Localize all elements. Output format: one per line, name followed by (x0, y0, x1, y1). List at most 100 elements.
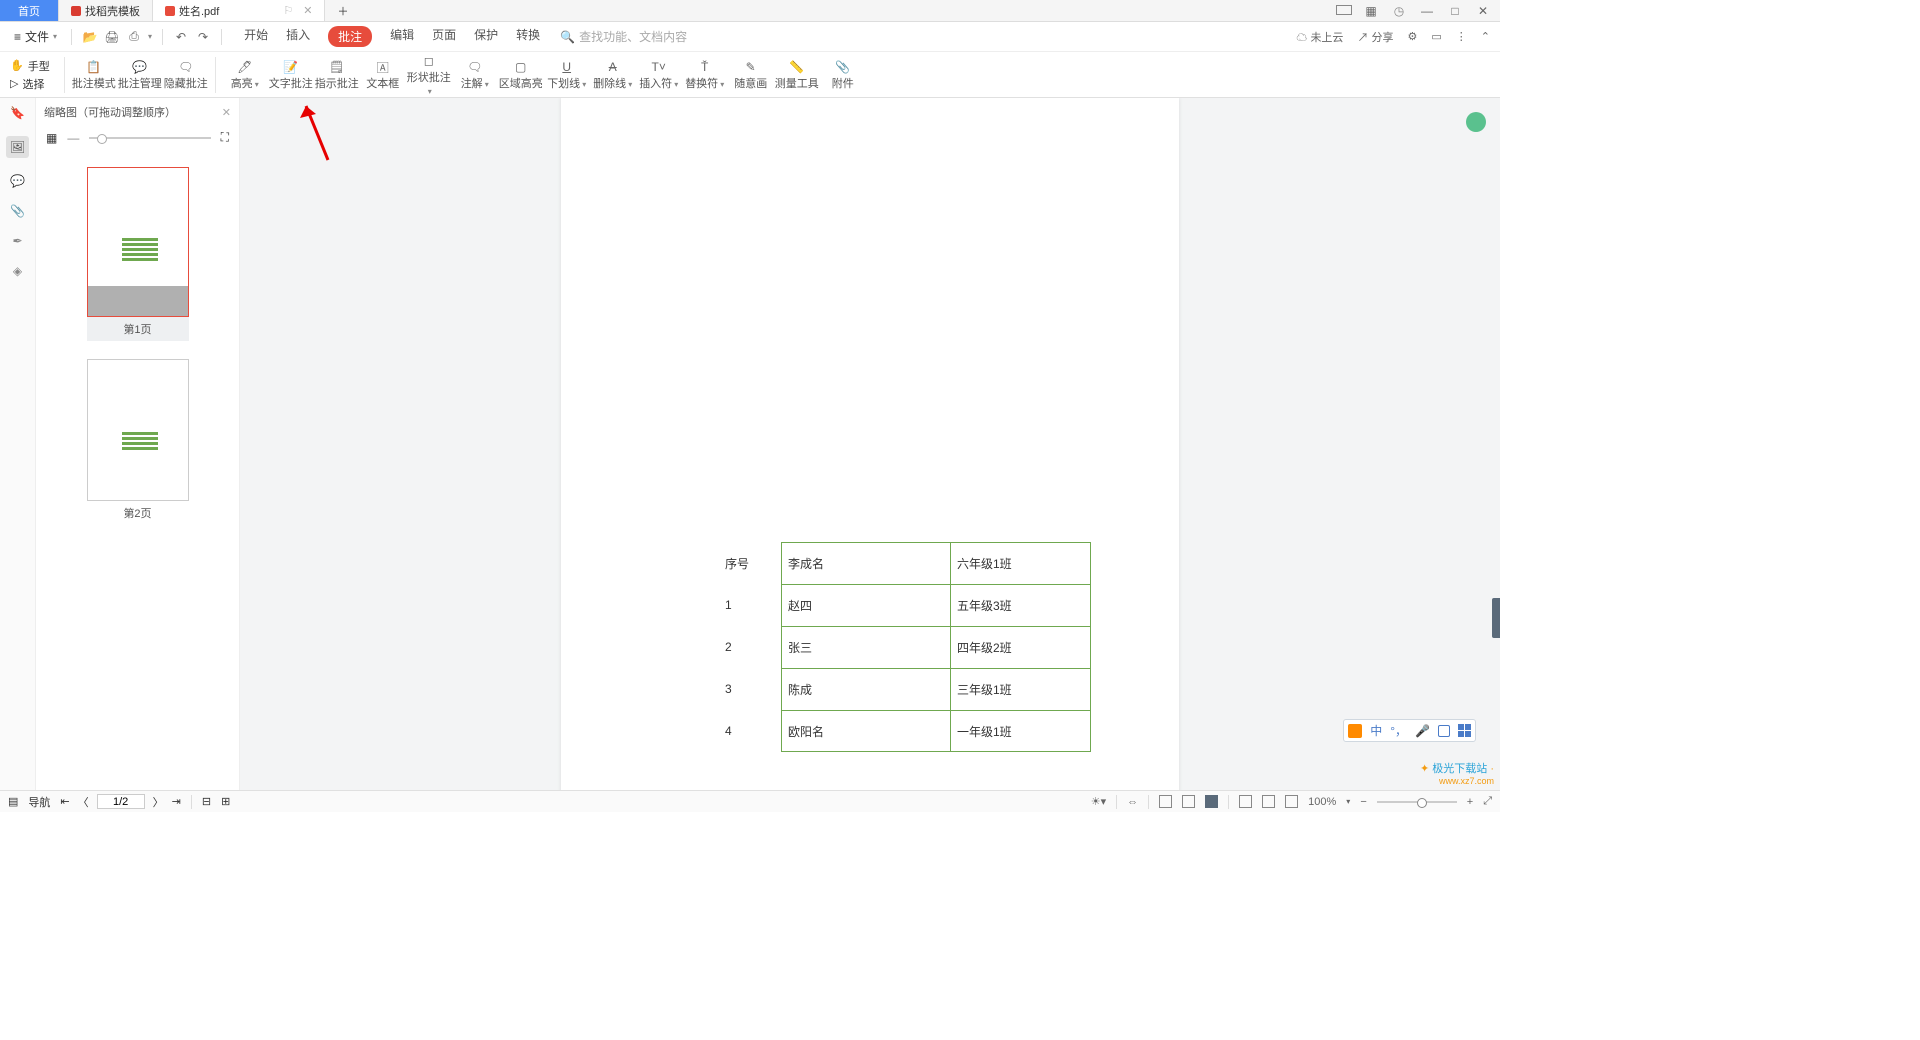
menu-start[interactable]: 开始 (244, 26, 268, 47)
tab-home[interactable]: 首页 (0, 0, 59, 21)
menu-insert[interactable]: 插入 (286, 26, 310, 47)
replace-button[interactable]: Ť替换符▾ (682, 58, 728, 90)
minimize-icon[interactable]: — (1420, 4, 1434, 18)
view-mode-3-icon[interactable] (1285, 795, 1298, 808)
template-icon (71, 6, 81, 16)
thumbnail-header: 缩略图（可拖动调整顺序） ✕ (36, 98, 239, 126)
page-input[interactable] (97, 794, 145, 809)
highlight-button[interactable]: 🖊高亮▾ (222, 58, 268, 90)
menu-convert[interactable]: 转换 (516, 26, 540, 47)
presentation-icon[interactable] (1205, 795, 1218, 808)
menu-protect[interactable]: 保护 (474, 26, 498, 47)
zoom-slider[interactable] (1377, 801, 1457, 803)
annot-manage-button[interactable]: 💬批注管理 (117, 58, 163, 90)
canvas[interactable]: 序号李成名六年级1班 1赵四五年级3班 2张三四年级2班 3陈成三年级1班 4欧… (240, 98, 1500, 790)
textbox-button[interactable]: 🄰文本框 (360, 58, 406, 90)
fit-width-icon[interactable]: ⇔ (1127, 796, 1138, 808)
ime-keyboard-icon[interactable] (1438, 725, 1450, 737)
last-page-icon[interactable]: ⇥ (172, 795, 181, 808)
zoom-plus-icon[interactable]: + (1467, 796, 1473, 808)
share-button[interactable]: ↗ 分享 (1357, 29, 1393, 45)
file-menu[interactable]: ≡ 文件 ▾ (10, 28, 61, 45)
select-tool[interactable]: ▷ 选择 (10, 76, 50, 92)
thumbnail-icon[interactable]: 🖼 (6, 136, 29, 158)
window-icon[interactable]: ▭ (1431, 30, 1441, 43)
area-hl-button[interactable]: ▢区域高亮 (498, 58, 544, 90)
save-icon[interactable]: 🖨 (104, 29, 120, 45)
note-button[interactable]: 🗨注解▾ (452, 58, 498, 90)
grid-icon[interactable]: ▦ (1364, 4, 1378, 18)
close-window-icon[interactable]: ✕ (1476, 4, 1490, 18)
collapse-icon[interactable]: ⌃ (1481, 30, 1490, 43)
zoom-out-icon[interactable]: ⊟ (202, 795, 211, 808)
continuous-icon[interactable] (1182, 795, 1195, 808)
redo-icon[interactable]: ↷ (195, 29, 211, 45)
menu-annotate[interactable]: 批注 (328, 26, 372, 47)
tab-template[interactable]: 找稻壳模板 (59, 0, 153, 21)
zoom-in-icon[interactable]: ⊞ (221, 795, 230, 808)
underline-button[interactable]: U下划线▾ (544, 58, 590, 90)
view-mode-2-icon[interactable] (1262, 795, 1275, 808)
next-page-icon[interactable]: 〉 (153, 794, 164, 810)
tab-pin-icon[interactable]: ⚐ (283, 4, 293, 17)
thumbnail-page-2[interactable]: 第2页 (87, 359, 189, 525)
thumb-size-slider[interactable] (89, 137, 210, 139)
thumb-grid-icon[interactable]: ▦ (46, 131, 57, 145)
layers-icon[interactable]: ◈ (13, 264, 22, 278)
measure-button[interactable]: 📏测量工具 (774, 58, 820, 90)
zoom-value[interactable]: 100% (1308, 796, 1336, 808)
text-annot-button[interactable]: 📝文字批注 (268, 58, 314, 90)
shape-annot-button[interactable]: ◻形状批注▾ (406, 52, 452, 96)
hand-tool[interactable]: ✋ 手型 (10, 58, 50, 74)
side-handle[interactable] (1492, 598, 1500, 638)
maximize-icon[interactable]: □ (1448, 4, 1462, 18)
tab-file[interactable]: 姓名.pdf ⚐ ✕ (153, 0, 325, 21)
thumbnail-close-icon[interactable]: ✕ (222, 106, 231, 119)
sync-icon[interactable]: ◷ (1392, 4, 1406, 18)
comment-icon[interactable]: 💬 (10, 174, 25, 188)
menu-edit[interactable]: 编辑 (390, 26, 414, 47)
ime-mic-icon[interactable]: 🎤 (1415, 724, 1430, 738)
fullscreen-icon[interactable]: ⤢ (1483, 795, 1492, 808)
bookmark-icon[interactable]: 🔖 (10, 106, 25, 120)
prev-page-icon[interactable]: 〈 (78, 794, 89, 810)
attachment-icon[interactable]: 📎 (10, 204, 25, 218)
attach-button[interactable]: 📎附件 (820, 58, 866, 90)
caret-button[interactable]: T˅插入符▾ (636, 58, 682, 90)
status-menu-icon[interactable]: ▤ (8, 795, 18, 808)
view-mode-1-icon[interactable] (1239, 795, 1252, 808)
area-hl-icon: ▢ (511, 58, 531, 76)
single-page-icon[interactable] (1159, 795, 1172, 808)
thumbnail-page-1[interactable]: 第1页 (87, 167, 189, 341)
print-icon[interactable]: ⎙ (126, 29, 142, 45)
table-row: 4欧阳名一年级1班 (721, 710, 1091, 752)
annot-mode-button[interactable]: 📋批注模式 (71, 58, 117, 90)
ime-punct[interactable]: °， (1390, 722, 1407, 739)
layout-icon[interactable] (1336, 4, 1350, 18)
status-nav-label[interactable]: 导航 (28, 794, 50, 810)
ime-lang[interactable]: 中 (1370, 722, 1382, 739)
ime-bar[interactable]: 中 °， 🎤 (1343, 719, 1476, 742)
ribbon: ✋ 手型 ▷ 选择 📋批注模式 💬批注管理 🗨隐藏批注 🖊高亮▾ 📝文字批注 🗒… (0, 52, 1500, 98)
hide-annot-button[interactable]: 🗨隐藏批注 (163, 58, 209, 90)
brightness-icon[interactable]: ☀▾ (1091, 795, 1106, 808)
cloud-status[interactable]: ☁ 未上云 (1296, 29, 1343, 45)
zoom-minus-icon[interactable]: − (1360, 796, 1366, 808)
first-page-icon[interactable]: ⇤ (60, 795, 69, 808)
settings-icon[interactable]: ⚙ (1408, 30, 1418, 43)
tab-close-icon[interactable]: ✕ (303, 4, 312, 17)
open-icon[interactable]: 📂 (82, 29, 98, 45)
tab-add[interactable]: ＋ (325, 0, 360, 21)
ime-grid-icon[interactable] (1458, 724, 1471, 737)
strike-button[interactable]: A删除线▾ (590, 58, 636, 90)
floating-action-icon[interactable] (1466, 112, 1486, 132)
freehand-button[interactable]: ✎随意画 (728, 58, 774, 90)
signature-icon[interactable]: ✒ (12, 234, 22, 248)
underline-icon: U (557, 58, 577, 76)
menu-page[interactable]: 页面 (432, 26, 456, 47)
more-icon[interactable]: ⋮ (1456, 30, 1467, 43)
search-box[interactable]: 🔍 查找功能、文档内容 (560, 28, 687, 45)
thumb-expand-icon[interactable]: ⛶ (221, 130, 229, 145)
indicate-button[interactable]: 🗒指示批注 (314, 58, 360, 90)
undo-icon[interactable]: ↶ (173, 29, 189, 45)
